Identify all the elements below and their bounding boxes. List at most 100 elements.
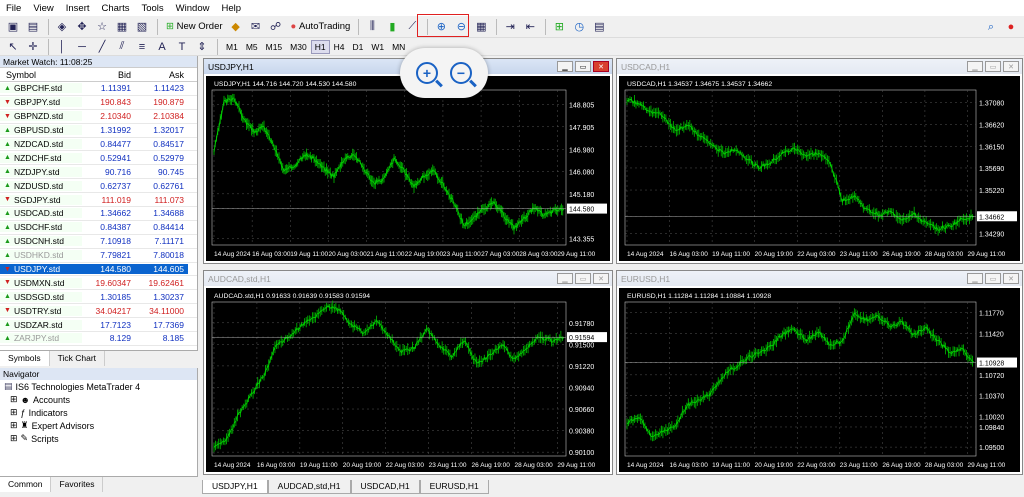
chart-window[interactable]: EURUSD,H1 ▁ ▭ ✕ 1.11770 1.11420 1.10928 1.10720… bbox=[616, 270, 1023, 475]
navigator-item-accounts[interactable]: ⊞ ☻ Accounts bbox=[0, 393, 197, 406]
window-tab[interactable]: AUDCAD,std,H1 bbox=[267, 480, 351, 494]
table-row[interactable]: ▲ USDCNH.std 7.10918 7.11171 bbox=[0, 235, 197, 249]
header-ask[interactable]: Ask bbox=[135, 68, 188, 81]
minimize-icon[interactable]: ▁ bbox=[967, 273, 983, 284]
chart-canvas[interactable]: 148.805 147.905 146.980 146.080 145.180 144.5… bbox=[206, 76, 610, 261]
chart-window-title[interactable]: EURUSD,H1 ▁ ▭ ✕ bbox=[617, 271, 1022, 286]
table-row[interactable]: ▲ USDSGD.std 1.30185 1.30237 bbox=[0, 290, 197, 305]
timeframe-h1[interactable]: H1 bbox=[310, 39, 330, 54]
timeframe-m30[interactable]: M30 bbox=[286, 40, 311, 54]
auto-trading-button[interactable]: ● AutoTrading bbox=[287, 18, 355, 36]
timeframe-m15[interactable]: M15 bbox=[262, 40, 287, 54]
table-row[interactable]: ▼ USDJPY.std 144.580 144.605 bbox=[0, 263, 197, 277]
label-icon[interactable]: T bbox=[173, 38, 191, 56]
chart-window-title[interactable]: USDCAD,H1 ▁ ▭ ✕ bbox=[617, 59, 1022, 74]
new-chart-icon[interactable]: ▣ bbox=[4, 18, 22, 36]
tab-symbols[interactable]: Symbols bbox=[0, 351, 50, 366]
expand-icon[interactable]: ⊞ bbox=[10, 407, 18, 418]
zoom-in-magnifier-icon[interactable]: + bbox=[416, 62, 438, 84]
maximize-icon[interactable]: ▭ bbox=[985, 273, 1001, 284]
navigator-item-scripts[interactable]: ⊞ ✎ Scripts bbox=[0, 432, 197, 445]
table-row[interactable]: ▲ USDCAD.std 1.34662 1.34688 bbox=[0, 207, 197, 221]
minimize-icon[interactable]: ▁ bbox=[557, 273, 573, 284]
table-row[interactable]: ▼ GBPNZD.std 2.10340 2.10384 bbox=[0, 110, 197, 124]
timeframe-m5[interactable]: M5 bbox=[242, 40, 262, 54]
text-icon[interactable]: A bbox=[153, 38, 171, 56]
table-row[interactable]: ▼ USDTRY.std 34.04217 34.11000 bbox=[0, 304, 197, 319]
expand-icon[interactable]: ⊞ bbox=[10, 433, 18, 444]
tester-icon[interactable]: ▧ bbox=[133, 18, 151, 36]
navigator-icon[interactable]: ☆ bbox=[93, 18, 111, 36]
window-tab[interactable]: USDCAD,H1 bbox=[350, 480, 420, 494]
vertical-line-icon[interactable]: │ bbox=[53, 38, 71, 56]
navigator-root[interactable]: ▤ IS6 Technologies MetaTrader 4 bbox=[0, 380, 197, 393]
expand-icon[interactable]: ⊞ bbox=[10, 420, 18, 431]
fibonacci-icon[interactable]: ≡ bbox=[133, 38, 151, 56]
timeframe-d1[interactable]: D1 bbox=[348, 40, 367, 54]
bar-chart-icon[interactable]: ⫼ bbox=[363, 18, 381, 36]
table-row[interactable]: ▲ GBPCHF.std 1.11391 1.11423 bbox=[0, 82, 197, 96]
tab-favorites[interactable]: Favorites bbox=[51, 477, 104, 492]
signals-icon[interactable]: ☍ bbox=[267, 18, 285, 36]
table-row[interactable]: ▼ GBPJPY.std 190.843 190.879 bbox=[0, 96, 197, 110]
minimize-icon[interactable]: ▁ bbox=[967, 61, 983, 72]
cursor-icon[interactable]: ↖ bbox=[4, 38, 22, 56]
table-row[interactable]: ▲ NZDCHF.std 0.52941 0.52979 bbox=[0, 151, 197, 166]
zoom-out-magnifier-icon[interactable]: − bbox=[450, 62, 472, 84]
header-symbol[interactable]: Symbol bbox=[0, 68, 82, 81]
navigator-item-expert-advisors[interactable]: ⊞ ♜ Expert Advisors bbox=[0, 419, 197, 432]
chart-canvas[interactable]: 1.37080 1.36620 1.36150 1.35690 1.35220 1.346… bbox=[619, 76, 1020, 261]
window-tab[interactable]: USDJPY,H1 bbox=[202, 480, 268, 494]
new-order-button[interactable]: ⊞ New Order bbox=[162, 18, 227, 36]
maximize-icon[interactable]: ▭ bbox=[575, 61, 591, 72]
chart-window[interactable]: USDCAD,H1 ▁ ▭ ✕ 1.37080 1.36620 1.36150 1.35690… bbox=[616, 58, 1023, 264]
auto-scroll-icon[interactable]: ⇥ bbox=[501, 18, 519, 36]
menu-view[interactable]: View bbox=[27, 3, 59, 14]
chart-canvas[interactable]: 0.91780 0.91594 0.91500 0.91220 0.90940 0.906… bbox=[206, 288, 610, 472]
arrows-icon[interactable]: ⇕ bbox=[193, 38, 211, 56]
trendline-icon[interactable]: ╱ bbox=[93, 38, 111, 56]
menu-charts[interactable]: Charts bbox=[96, 3, 136, 14]
indicators-icon[interactable]: ⊞ bbox=[550, 18, 568, 36]
menu-file[interactable]: File bbox=[0, 3, 27, 14]
table-row[interactable]: ▲ ZARJPY.std 8.129 8.185 bbox=[0, 332, 197, 346]
navigator-item-indicators[interactable]: ⊞ ƒ Indicators bbox=[0, 406, 197, 419]
window-tab[interactable]: EURUSD,H1 bbox=[419, 480, 489, 494]
data-window-icon[interactable]: ✥ bbox=[73, 18, 91, 36]
chat-icon[interactable]: ✉ bbox=[247, 18, 265, 36]
timeframe-m1[interactable]: M1 bbox=[222, 40, 242, 54]
templates-icon[interactable]: ▤ bbox=[590, 18, 608, 36]
close-icon[interactable]: ✕ bbox=[593, 61, 609, 72]
timeframe-w1[interactable]: W1 bbox=[367, 40, 388, 54]
timeframe-mn[interactable]: MN bbox=[388, 40, 409, 54]
minimize-icon[interactable]: ▁ bbox=[557, 61, 573, 72]
table-row[interactable]: ▲ GBPUSD.std 1.31992 1.32017 bbox=[0, 124, 197, 138]
crosshair-icon[interactable]: ✛ bbox=[24, 38, 42, 56]
close-icon[interactable]: ✕ bbox=[1003, 61, 1019, 72]
maximize-icon[interactable]: ▭ bbox=[985, 61, 1001, 72]
table-row[interactable]: ▼ SGDJPY.std 111.019 111.073 bbox=[0, 193, 197, 208]
close-icon[interactable]: ✕ bbox=[1003, 273, 1019, 284]
chart-window-title[interactable]: AUDCAD,std,H1 ▁ ▭ ✕ bbox=[204, 271, 612, 286]
market-watch-icon[interactable]: ◈ bbox=[53, 18, 71, 36]
table-row[interactable]: ▲ USDCHF.std 0.84387 0.84414 bbox=[0, 221, 197, 235]
header-bid[interactable]: Bid bbox=[82, 68, 135, 81]
chart-window[interactable]: AUDCAD,std,H1 ▁ ▭ ✕ 0.91780 0.91594 0.91500 0.9… bbox=[203, 270, 613, 475]
expand-icon[interactable]: ⊞ bbox=[10, 394, 18, 405]
table-row[interactable]: ▲ NZDCAD.std 0.84477 0.84517 bbox=[0, 138, 197, 152]
chart-shift-icon[interactable]: ⇤ bbox=[521, 18, 539, 36]
tab-tick-chart[interactable]: Tick Chart bbox=[50, 351, 106, 366]
menu-insert[interactable]: Insert bbox=[60, 3, 96, 14]
channel-icon[interactable]: ⫽ bbox=[113, 38, 131, 56]
terminal-icon[interactable]: ▦ bbox=[113, 18, 131, 36]
tab-common[interactable]: Common bbox=[0, 477, 52, 492]
metaeditor-icon[interactable]: ◆ bbox=[227, 18, 245, 36]
menu-window[interactable]: Window bbox=[170, 3, 216, 14]
table-row[interactable]: ▼ USDMXN.std 19.60347 19.62461 bbox=[0, 276, 197, 291]
timeframe-h4[interactable]: H4 bbox=[330, 40, 349, 54]
close-icon[interactable]: ✕ bbox=[593, 273, 609, 284]
menu-tools[interactable]: Tools bbox=[135, 3, 169, 14]
candlestick-icon[interactable]: ▮ bbox=[383, 18, 401, 36]
horizontal-line-icon[interactable]: ─ bbox=[73, 38, 91, 56]
table-row[interactable]: ▲ NZDUSD.std 0.62737 0.62761 bbox=[0, 179, 197, 194]
